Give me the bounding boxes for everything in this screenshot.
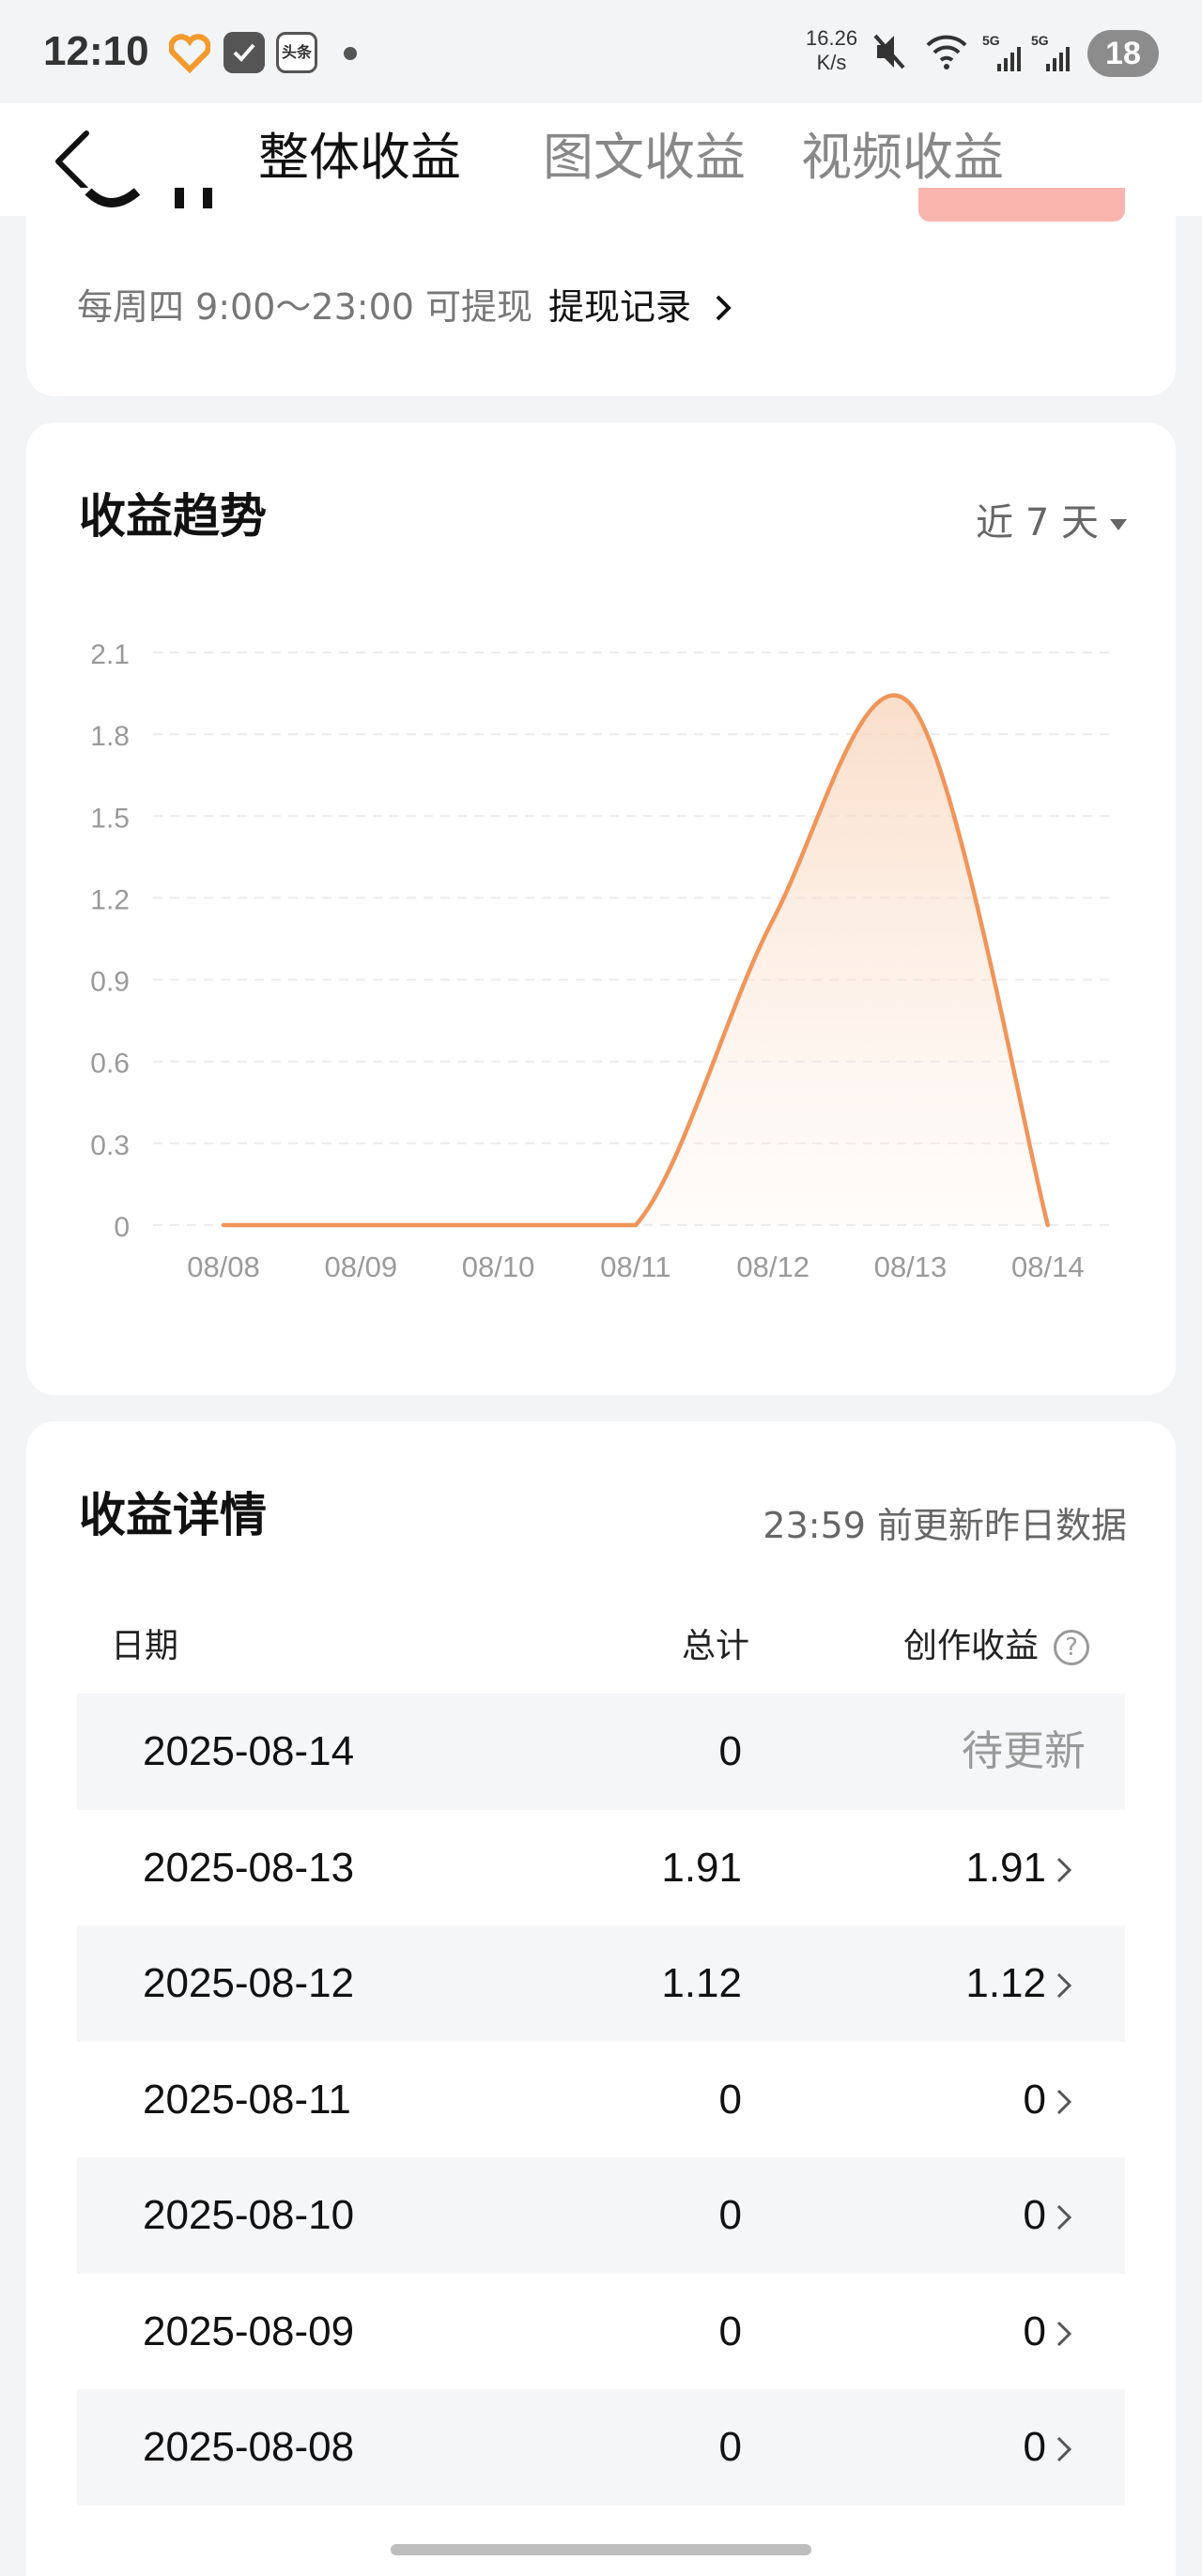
data-point-08/09	[359, 1223, 362, 1227]
network-speed: 16.26 K/s	[806, 26, 858, 74]
y-tick-label: 0.3	[90, 1130, 130, 1161]
row-pending-status: 待更新	[962, 1728, 1086, 1774]
header-total: 总计	[681, 1627, 749, 1665]
balance-card: 每周四 9:00～23:00 可提现 提现记录	[26, 188, 1176, 396]
earnings-trend-card: 收益趋势 近 7 天 0 0.3 0.6 0.9 1.2 1.5 1.8 2.1 08/08 08…	[26, 422, 1176, 1395]
data-point-08/11	[634, 1223, 638, 1227]
app-notification-icon	[223, 32, 265, 73]
x-tick-label: 08/13	[874, 1250, 948, 1283]
app-notification-icon	[169, 34, 210, 73]
row-date: 2025-08-10	[143, 2192, 355, 2238]
row-date: 2025-08-08	[143, 2424, 355, 2470]
table-row[interactable]: 2025-08-08 0 0	[77, 2389, 1125, 2506]
row-total: 0	[718, 2076, 742, 2123]
x-tick-label: 08/14	[1011, 1250, 1085, 1283]
y-tick-label: 1.8	[90, 721, 130, 752]
svg-text:5G: 5G	[1031, 33, 1049, 48]
chevron-right-icon	[1056, 1972, 1072, 1999]
status-icons: 5G 5G	[873, 33, 1070, 71]
help-icon[interactable]: ?	[1054, 1630, 1089, 1665]
y-tick-label: 0	[114, 1212, 130, 1243]
tab-article-earnings[interactable]: 图文收益	[543, 120, 746, 195]
row-earnings: 0	[1023, 2192, 1046, 2238]
mute-icon	[873, 34, 905, 69]
chevron-right-icon	[1056, 2436, 1072, 2462]
status-bar: 12:10 头条 16.26 K/s 5G 5G 18	[0, 0, 1202, 103]
row-earnings: 0	[1023, 2424, 1046, 2470]
svg-text:5G: 5G	[982, 33, 1000, 48]
row-total: 0	[718, 2192, 742, 2238]
row-total: 0	[718, 2308, 742, 2354]
status-time: 12:10	[43, 28, 149, 74]
header-date: 日期	[111, 1627, 179, 1665]
header-earnings: 创作收益?	[903, 1618, 1089, 1667]
row-total: 1.12	[661, 1960, 742, 2006]
update-note: 23:59 前更新昨日数据	[763, 1505, 1127, 1546]
table-row[interactable]: 2025-08-09 0 0	[77, 2274, 1125, 2390]
row-date: 2025-08-11	[143, 2076, 351, 2123]
y-tick-label: 0.6	[90, 1049, 130, 1080]
signal-5g-icon: 5G	[1031, 33, 1070, 71]
y-tick-label: 0.9	[90, 967, 130, 998]
series-area	[223, 695, 1048, 1225]
earnings-trend-chart: 0 0.3 0.6 0.9 1.2 1.5 1.8 2.1 08/08 08/09 08/10 08/…	[90, 639, 1116, 1283]
x-tick-label: 08/09	[325, 1250, 398, 1283]
row-total: 1.91	[661, 1844, 742, 1891]
row-date: 2025-08-09	[143, 2308, 355, 2354]
battery-indicator: 18	[1087, 30, 1159, 77]
row-date: 2025-08-13	[143, 1844, 355, 1891]
y-tick-label: 1.5	[90, 803, 130, 834]
x-tick-label: 08/08	[187, 1250, 260, 1283]
row-earnings: 1.91	[965, 1844, 1046, 1891]
table-row[interactable]: 2025-08-10 0 0	[77, 2157, 1125, 2274]
table-row: 2025-08-14 0 待更新	[77, 1694, 1125, 1810]
row-earnings: 0	[1023, 2308, 1046, 2354]
chevron-right-icon	[1056, 2321, 1072, 2346]
y-tick-label: 2.1	[90, 639, 130, 670]
signal-5g-icon: 5G	[982, 33, 1021, 71]
earnings-table: 2025-08-14 0 待更新 2025-08-13 1.91 1.91 2025-08-…	[77, 1694, 1125, 2506]
table-row[interactable]: 2025-08-11 0 0	[77, 2042, 1125, 2158]
data-point-08/08	[222, 1223, 225, 1227]
tab-video-earnings[interactable]: 视频收益	[801, 120, 1004, 195]
detail-title: 收益详情	[79, 1488, 267, 1542]
withdraw-record-link[interactable]: 提现记录	[548, 278, 734, 330]
data-point-08/13	[909, 702, 913, 706]
row-earnings: 0	[1023, 2076, 1046, 2123]
chevron-right-icon	[1056, 2089, 1072, 2114]
withdraw-schedule: 每周四 9:00～23:00 可提现	[77, 286, 533, 328]
y-tick-label: 1.2	[90, 884, 130, 915]
data-point-08/14	[1046, 1223, 1050, 1227]
table-row[interactable]: 2025-08-13 1.91 1.91	[77, 1810, 1125, 1926]
table-row[interactable]: 2025-08-12 1.12 1.12	[77, 1925, 1125, 2042]
home-indicator	[391, 2544, 811, 2555]
more-notifications-dot	[344, 47, 357, 60]
data-point-08/10	[497, 1223, 501, 1227]
x-tick-label: 08/10	[462, 1250, 535, 1283]
wifi-icon	[926, 35, 967, 69]
header-earnings-label: 创作收益	[902, 1627, 1039, 1665]
balance-amount-cut	[85, 188, 212, 208]
row-date: 2025-08-12	[143, 1960, 355, 2006]
back-arrow-icon[interactable]	[49, 122, 105, 197]
tab-overall-earnings[interactable]: 整体收益	[258, 120, 461, 195]
earnings-detail-card: 收益详情 23:59 前更新昨日数据 日期 总计 创作收益? 2025-08-1…	[26, 1421, 1176, 2576]
row-date: 2025-08-14	[143, 1728, 355, 1774]
x-tick-label: 08/12	[736, 1250, 809, 1283]
chevron-right-icon	[716, 295, 732, 321]
withdraw-record-label: 提现记录	[548, 286, 692, 328]
data-point-08/12	[771, 918, 775, 922]
row-earnings: 1.12	[965, 1960, 1046, 2006]
toutiao-app-icon: 头条	[276, 32, 317, 73]
withdraw-button[interactable]	[918, 188, 1125, 222]
x-tick-label: 08/11	[600, 1250, 670, 1283]
row-total: 0	[718, 1728, 742, 1774]
chevron-right-icon	[1056, 1857, 1072, 1882]
row-total: 0	[718, 2424, 742, 2470]
chevron-right-icon	[1056, 2204, 1072, 2231]
